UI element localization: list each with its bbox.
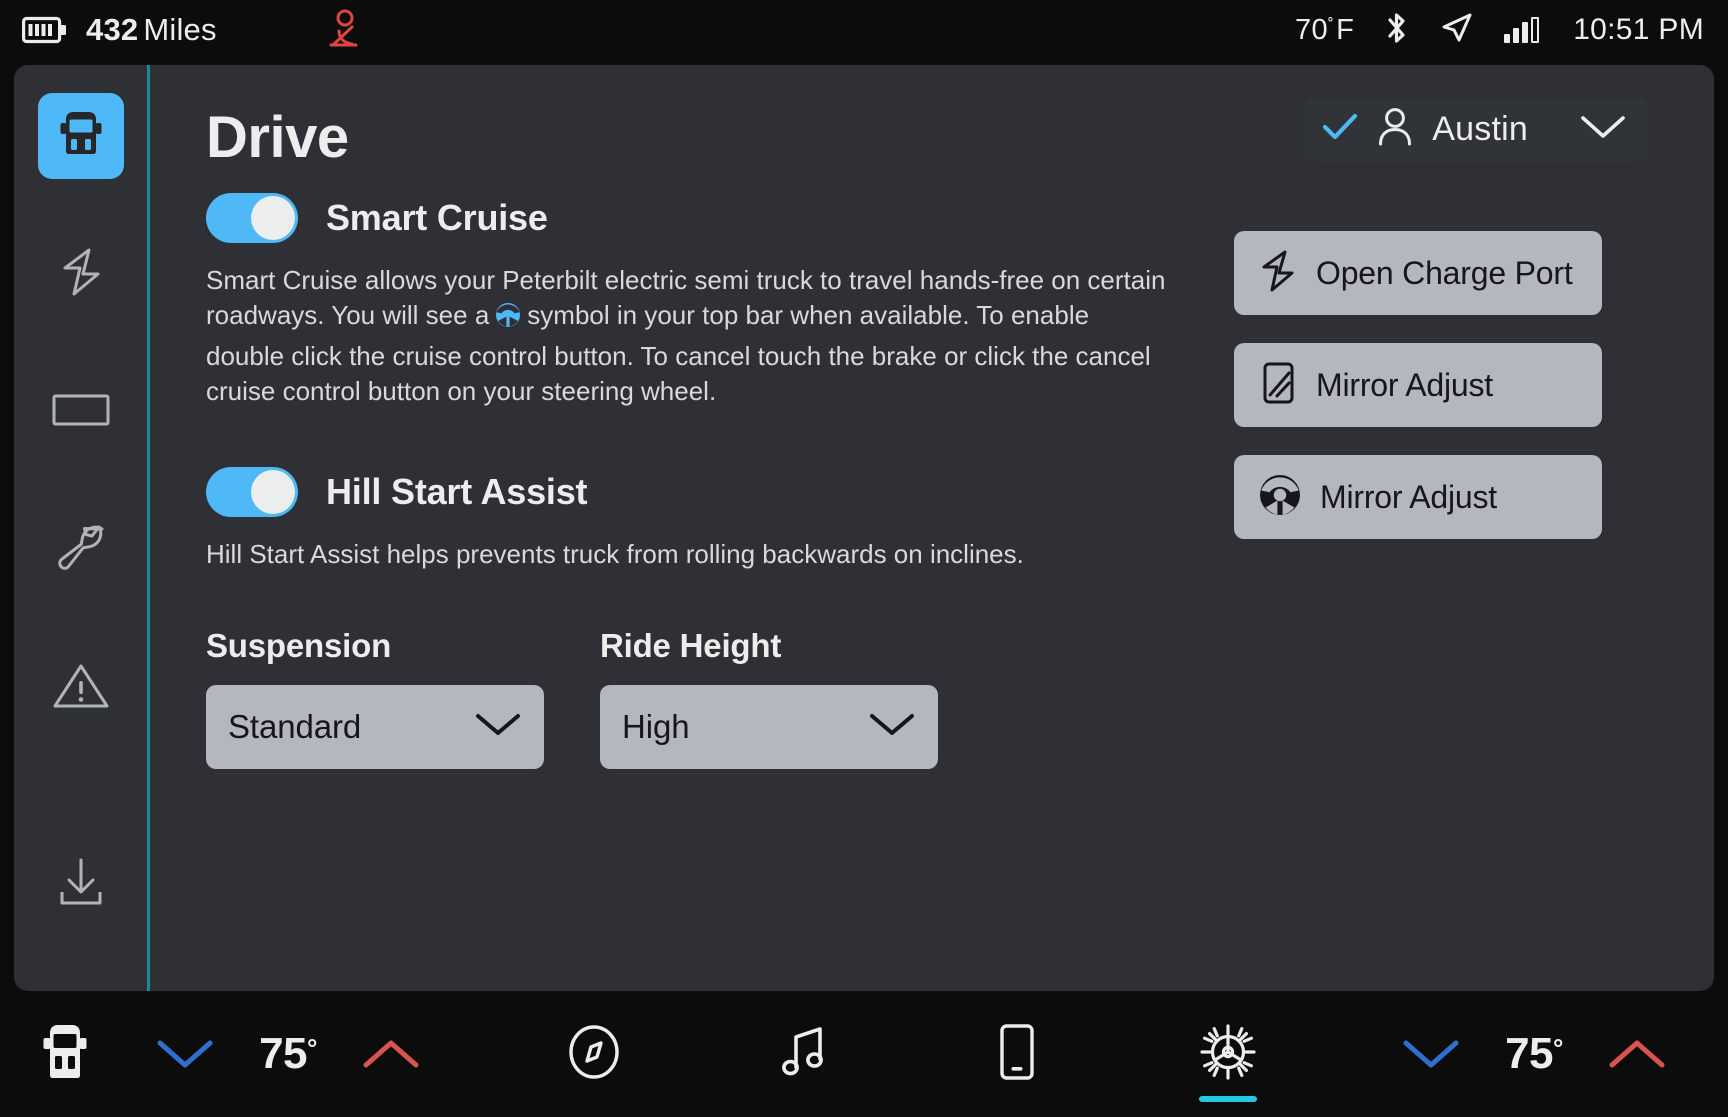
sidebar-item-alerts[interactable]	[38, 645, 124, 731]
bottom-bar-settings-button[interactable]	[1181, 1004, 1275, 1104]
smart-cruise-toggle[interactable]	[206, 193, 298, 243]
toggle-knob	[251, 470, 295, 515]
compass-icon	[566, 1023, 622, 1086]
ride-height-block: Ride Height High	[600, 627, 938, 769]
sidebar-item-charging[interactable]	[38, 231, 124, 317]
sidebar-item-display[interactable]	[38, 369, 124, 455]
toggle-knob	[251, 196, 295, 240]
suspension-value: Standard	[228, 707, 362, 745]
seatbelt-warning-icon	[325, 9, 361, 51]
suspension-settings-group: Suspension Standard Ride Height High	[206, 627, 1196, 769]
left-temperature-readout: 75 °	[224, 1029, 352, 1079]
range-value: 432	[86, 12, 139, 47]
bottom-bar-media-button[interactable]	[758, 1004, 852, 1104]
suspension-dropdown[interactable]: Standard	[206, 684, 544, 769]
hill-start-assist-description: Hill Start Assist helps prevents truck f…	[206, 539, 1024, 570]
mirror-adjust-label: Mirror Adjust	[1316, 366, 1493, 403]
hill-start-assist-row: Hill Start Assist	[206, 467, 1196, 518]
person-icon	[1376, 107, 1414, 152]
sidebar-item-software-update[interactable]	[38, 841, 124, 927]
left-temp-degree: °	[307, 1033, 317, 1063]
status-bar-right: 70 ˚ F 10:51 PM	[1295, 11, 1704, 50]
main-body: Drive Austin Smart Cruise Smart Cruise a…	[0, 60, 1728, 991]
download-icon	[53, 856, 109, 913]
ride-height-value: High	[622, 707, 690, 745]
open-charge-port-button[interactable]: Open Charge Port	[1234, 231, 1602, 315]
left-temp-increase-button[interactable]	[352, 1004, 430, 1104]
check-icon	[1322, 112, 1358, 147]
temperature-value: 70	[1295, 13, 1328, 46]
temperature-degree: ˚	[1327, 15, 1335, 36]
sidebar-item-truck[interactable]	[37, 93, 124, 179]
lightning-bolt-icon	[1256, 248, 1300, 299]
range-readout: 432 Miles	[86, 12, 217, 48]
hill-start-assist-label: Hill Start Assist	[326, 471, 588, 513]
mirror-adjust-button[interactable]: Mirror Adjust	[1234, 343, 1602, 427]
right-temp-degree: °	[1553, 1033, 1563, 1063]
infotainment-screen: 432 Miles 70 ˚ F 10:51 PM Drive Austin S…	[0, 0, 1728, 1117]
outside-temperature: 70 ˚ F	[1295, 14, 1354, 47]
navigation-arrow-icon	[1440, 12, 1474, 49]
hill-start-assist-toggle[interactable]	[206, 467, 298, 518]
suspension-block: Suspension Standard	[206, 627, 544, 769]
status-bar: 432 Miles 70 ˚ F 10:51 PM	[0, 0, 1728, 60]
wrench-icon	[53, 523, 109, 578]
active-tab-indicator	[1198, 1096, 1257, 1102]
right-temp-value: 75	[1505, 1029, 1554, 1078]
ride-height-dropdown[interactable]: High	[600, 684, 938, 769]
left-temp-decrease-button[interactable]	[146, 1004, 224, 1104]
smart-cruise-row: Smart Cruise	[206, 193, 1196, 243]
sidebar	[14, 65, 150, 991]
bluetooth-icon	[1384, 11, 1410, 50]
steering-wheel-icon	[1256, 471, 1304, 524]
right-temp-decrease-button[interactable]	[1392, 1004, 1470, 1104]
suspension-caption: Suspension	[206, 626, 392, 664]
gear-icon	[1198, 1022, 1258, 1087]
profile-selector[interactable]: Austin	[1304, 97, 1648, 162]
content-header: Drive Austin	[206, 97, 1674, 167]
range-unit: Miles	[143, 12, 217, 47]
sidebar-item-service[interactable]	[38, 507, 124, 593]
open-charge-port-label: Open Charge Port	[1316, 254, 1573, 291]
settings-main-column: Smart Cruise Smart Cruise allows your Pe…	[206, 193, 1196, 769]
settings-columns: Smart Cruise Smart Cruise allows your Pe…	[206, 193, 1674, 769]
display-rectangle-icon	[52, 390, 110, 435]
bottom-bar-navigation-button[interactable]	[547, 1004, 641, 1104]
bottom-bar-vehicle-button[interactable]	[18, 1004, 112, 1104]
drive-settings-content: Drive Austin Smart Cruise Smart Cruise a…	[150, 65, 1714, 991]
lightning-bolt-icon	[53, 244, 109, 305]
status-bar-left: 432 Miles	[22, 9, 361, 51]
chevron-down-icon	[1580, 114, 1626, 145]
steering-wheel-icon	[494, 301, 523, 338]
chevron-down-icon	[474, 711, 522, 742]
phone-icon	[995, 1022, 1039, 1087]
cellular-signal-icon	[1504, 17, 1540, 43]
music-note-icon	[778, 1023, 832, 1086]
smart-cruise-description: Smart Cruise allows your Peterbilt elect…	[206, 263, 1166, 409]
warning-triangle-icon	[52, 661, 110, 716]
chevron-down-icon	[868, 711, 916, 742]
truck-icon	[54, 109, 108, 164]
content-panel: Drive Austin Smart Cruise Smart Cruise a…	[14, 65, 1714, 991]
right-temperature-readout: 75 °	[1470, 1029, 1598, 1079]
steering-wheel-adjust-button[interactable]: Mirror Adjust	[1234, 455, 1602, 539]
page-title: Drive	[206, 105, 349, 170]
bottom-bar-phone-button[interactable]	[970, 1004, 1064, 1104]
smart-cruise-label: Smart Cruise	[326, 197, 548, 238]
temperature-unit: F	[1336, 13, 1355, 46]
left-temp-value: 75	[259, 1029, 308, 1078]
mirror-icon	[1256, 359, 1300, 412]
battery-icon	[22, 15, 68, 45]
quick-actions-column: Open Charge Port Mirror Adjust Mirror Ad…	[1196, 193, 1674, 769]
ride-height-caption: Ride Height	[600, 626, 782, 664]
truck-front-icon	[37, 1021, 93, 1088]
right-temp-increase-button[interactable]	[1598, 1004, 1676, 1104]
profile-name: Austin	[1432, 110, 1528, 148]
clock: 10:51 PM	[1573, 13, 1704, 46]
bottom-bar: 75 ° 75 °	[0, 991, 1728, 1117]
steering-wheel-adjust-label: Mirror Adjust	[1320, 478, 1497, 515]
